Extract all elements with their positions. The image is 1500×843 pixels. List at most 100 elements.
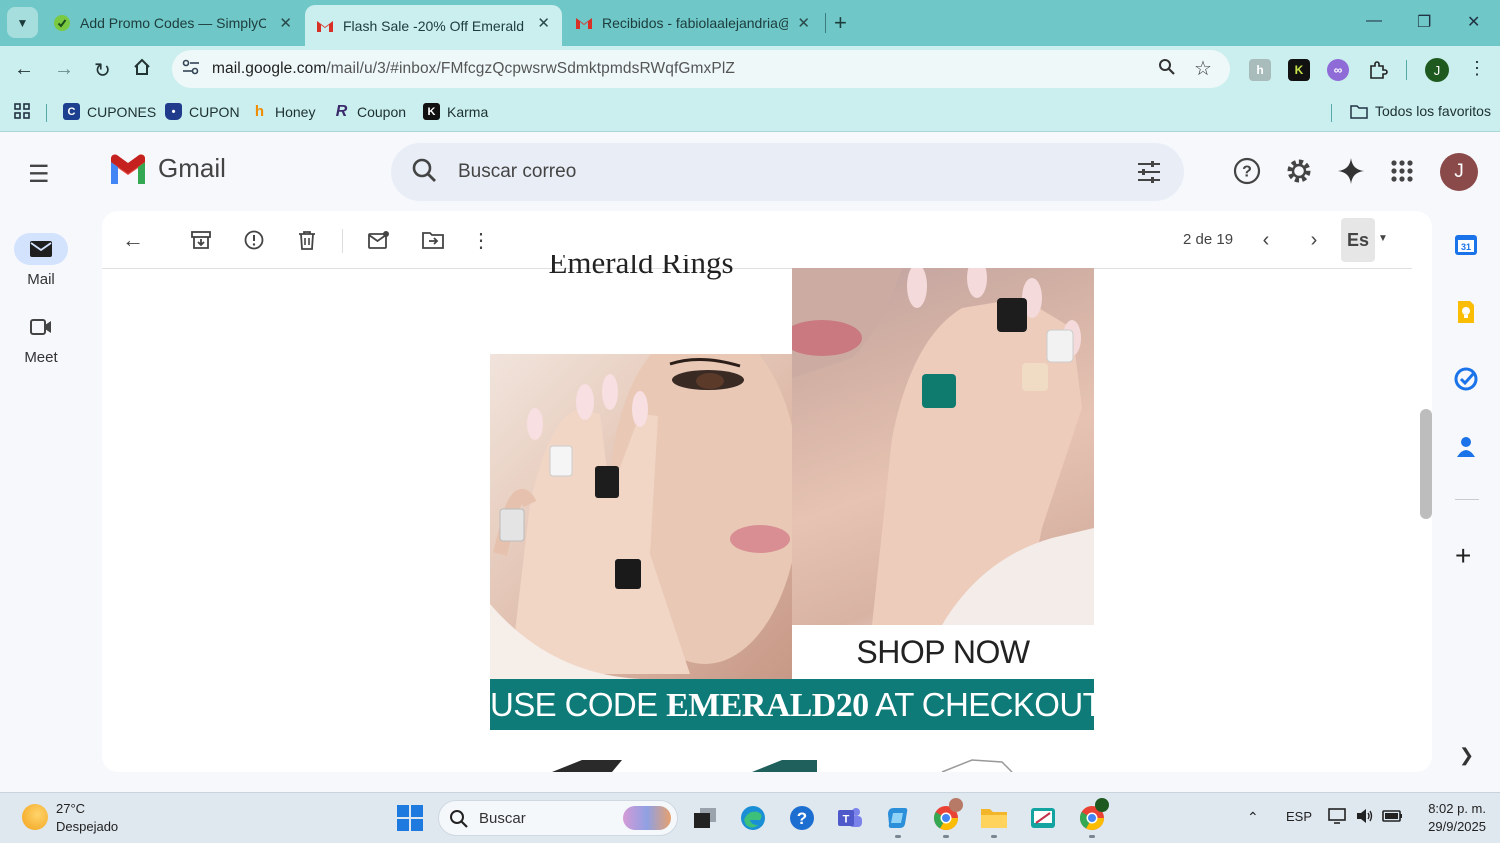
chevron-down-icon[interactable]: ▼ <box>1378 233 1388 244</box>
close-icon[interactable]: ✕ <box>797 14 810 32</box>
restore-icon[interactable]: ❐ <box>1417 12 1431 32</box>
home-icon[interactable] <box>133 58 151 82</box>
search-options-icon[interactable] <box>1136 159 1162 190</box>
weather-moon-icon[interactable] <box>22 804 48 830</box>
more-options-icon[interactable]: ⋮ <box>470 229 492 252</box>
chrome-profile-avatar[interactable]: J <box>1425 58 1449 82</box>
promo-code-banner[interactable]: USE CODE EMERALD20 AT CHECKOUT <box>490 679 1103 730</box>
chrome-menu-icon[interactable]: ⋮ <box>1468 58 1486 79</box>
help-icon[interactable]: ? <box>1232 156 1262 186</box>
windows-start-icon[interactable] <box>397 805 423 831</box>
weather-temperature[interactable]: 27°C <box>56 801 85 816</box>
running-indicator <box>991 835 997 838</box>
site-settings-icon[interactable] <box>182 59 200 79</box>
extension-honey-icon[interactable]: h <box>1249 59 1271 81</box>
extension-karma-icon[interactable]: K <box>1288 59 1310 81</box>
tasks-icon[interactable] <box>1452 365 1480 393</box>
rail-label: Meet <box>24 349 58 366</box>
rail-item-meet[interactable]: Meet <box>0 311 82 366</box>
mark-unread-icon[interactable] <box>368 229 390 251</box>
taskbar-search-placeholder: Buscar <box>479 810 526 827</box>
mail-search-bar[interactable]: Buscar correo <box>391 143 1184 201</box>
teams-icon[interactable]: T <box>836 804 864 832</box>
extension-coupon-icon[interactable]: ∞ <box>1327 59 1349 81</box>
get-help-icon[interactable]: ? <box>788 804 816 832</box>
tab-search-button[interactable]: ▼ <box>7 7 38 38</box>
rail-item-mail[interactable]: Mail <box>0 233 82 288</box>
new-tab-button[interactable]: + <box>834 10 847 36</box>
chrome-icon[interactable] <box>932 798 963 838</box>
taskbar-search[interactable]: Buscar <box>438 800 678 836</box>
newer-message-icon[interactable]: ‹ <box>1255 229 1277 251</box>
close-icon[interactable]: ✕ <box>537 14 550 32</box>
copilot-icon[interactable] <box>884 804 912 838</box>
volume-icon[interactable] <box>1355 807 1375 828</box>
task-view-icon[interactable] <box>691 804 719 832</box>
chevron-right-icon[interactable]: ❯ <box>1459 745 1474 766</box>
snipping-tool-icon[interactable] <box>1029 804 1057 832</box>
older-message-icon[interactable]: › <box>1303 229 1325 251</box>
input-tools-button[interactable]: Es <box>1341 218 1375 262</box>
gmail-wordmark: Gmail <box>158 153 226 183</box>
scrollbar-thumb[interactable] <box>1420 409 1432 519</box>
google-apps-icon[interactable] <box>1387 156 1417 186</box>
tab-recibidos[interactable]: Recibidos - fabiolaalejandria@gmail.com … <box>564 0 822 46</box>
bookmark-honey[interactable]: h Honey <box>251 103 316 120</box>
weather-description[interactable]: Despejado <box>56 819 118 834</box>
file-explorer-icon[interactable] <box>980 804 1008 838</box>
edge-browser-icon[interactable] <box>739 804 767 832</box>
clock-time[interactable]: 8:02 p. m. <box>1420 801 1486 816</box>
archive-icon[interactable] <box>190 229 212 251</box>
apps-grid-icon[interactable] <box>14 103 30 119</box>
contacts-icon[interactable] <box>1452 433 1480 461</box>
delete-icon[interactable] <box>296 229 318 251</box>
gmail-m-icon <box>111 153 145 184</box>
close-icon[interactable]: ✕ <box>279 14 292 32</box>
bookmark-cupones[interactable]: C CUPONES <box>63 103 156 120</box>
ring-model-photo-right[interactable] <box>792 268 1094 625</box>
settings-gear-icon[interactable] <box>1284 156 1314 186</box>
bookmarks-divider <box>46 104 47 122</box>
tab-label: Flash Sale -20% Off Emerald Rings <box>343 17 529 34</box>
bookmark-coupon[interactable]: R Coupon <box>333 103 406 120</box>
side-panel-divider <box>1455 499 1479 500</box>
address-bar[interactable]: mail.google.com/mail/u/3/#inbox/FMfcgzQc… <box>172 50 1230 88</box>
calendar-icon[interactable]: 31 <box>1452 230 1480 258</box>
url-host: mail.google.com <box>212 60 327 77</box>
extensions-puzzle-icon[interactable] <box>1367 59 1389 81</box>
back-to-inbox-icon[interactable]: ← <box>122 227 144 252</box>
forward-icon[interactable]: → <box>54 58 74 81</box>
bookmark-karma[interactable]: K Karma <box>423 103 488 120</box>
network-icon[interactable] <box>1328 807 1348 828</box>
main-menu-icon[interactable]: ☰ <box>28 160 50 189</box>
bookmark-cupon[interactable]: • CUPON <box>165 103 240 120</box>
gmail-logo[interactable]: Gmail <box>108 153 226 184</box>
bookmark-star-icon[interactable]: ☆ <box>1194 56 1212 81</box>
chevron-up-icon[interactable]: ⌃ <box>1247 809 1259 826</box>
report-spam-icon[interactable] <box>243 229 265 251</box>
input-language[interactable]: ESP <box>1286 809 1312 824</box>
message-pager: 2 de 19 <box>1183 231 1234 248</box>
ring-model-photo-left[interactable] <box>490 354 792 679</box>
search-icon[interactable] <box>411 157 439 190</box>
gemini-sparkle-icon[interactable] <box>1336 156 1366 186</box>
tab-simplycodes[interactable]: Add Promo Codes — SimplyCodes ✕ <box>42 0 304 46</box>
clock-date[interactable]: 29/9/2025 <box>1410 819 1486 834</box>
account-avatar[interactable]: J <box>1440 153 1478 191</box>
zoom-icon[interactable] <box>1158 58 1176 81</box>
code-prefix: USE CODE <box>490 686 667 723</box>
chrome-profile-icon[interactable] <box>1078 798 1109 838</box>
rings-image <box>490 354 792 679</box>
tab-flash-sale[interactable]: Flash Sale -20% Off Emerald Rings ✕ <box>305 5 562 46</box>
battery-icon[interactable] <box>1382 807 1404 828</box>
back-icon[interactable]: ← <box>14 58 34 81</box>
close-window-icon[interactable]: ✕ <box>1467 12 1480 32</box>
keep-icon[interactable] <box>1452 298 1480 326</box>
shop-now-link[interactable]: SHOP NOW <box>792 625 1094 679</box>
add-addon-icon[interactable]: + <box>1455 540 1471 572</box>
all-bookmarks-folder[interactable]: Todos los favoritos <box>1350 103 1491 119</box>
reload-icon[interactable]: ↻ <box>94 58 111 83</box>
gmail-icon <box>317 18 333 34</box>
move-to-icon[interactable] <box>422 229 444 251</box>
minimize-icon[interactable]: — <box>1366 12 1382 30</box>
